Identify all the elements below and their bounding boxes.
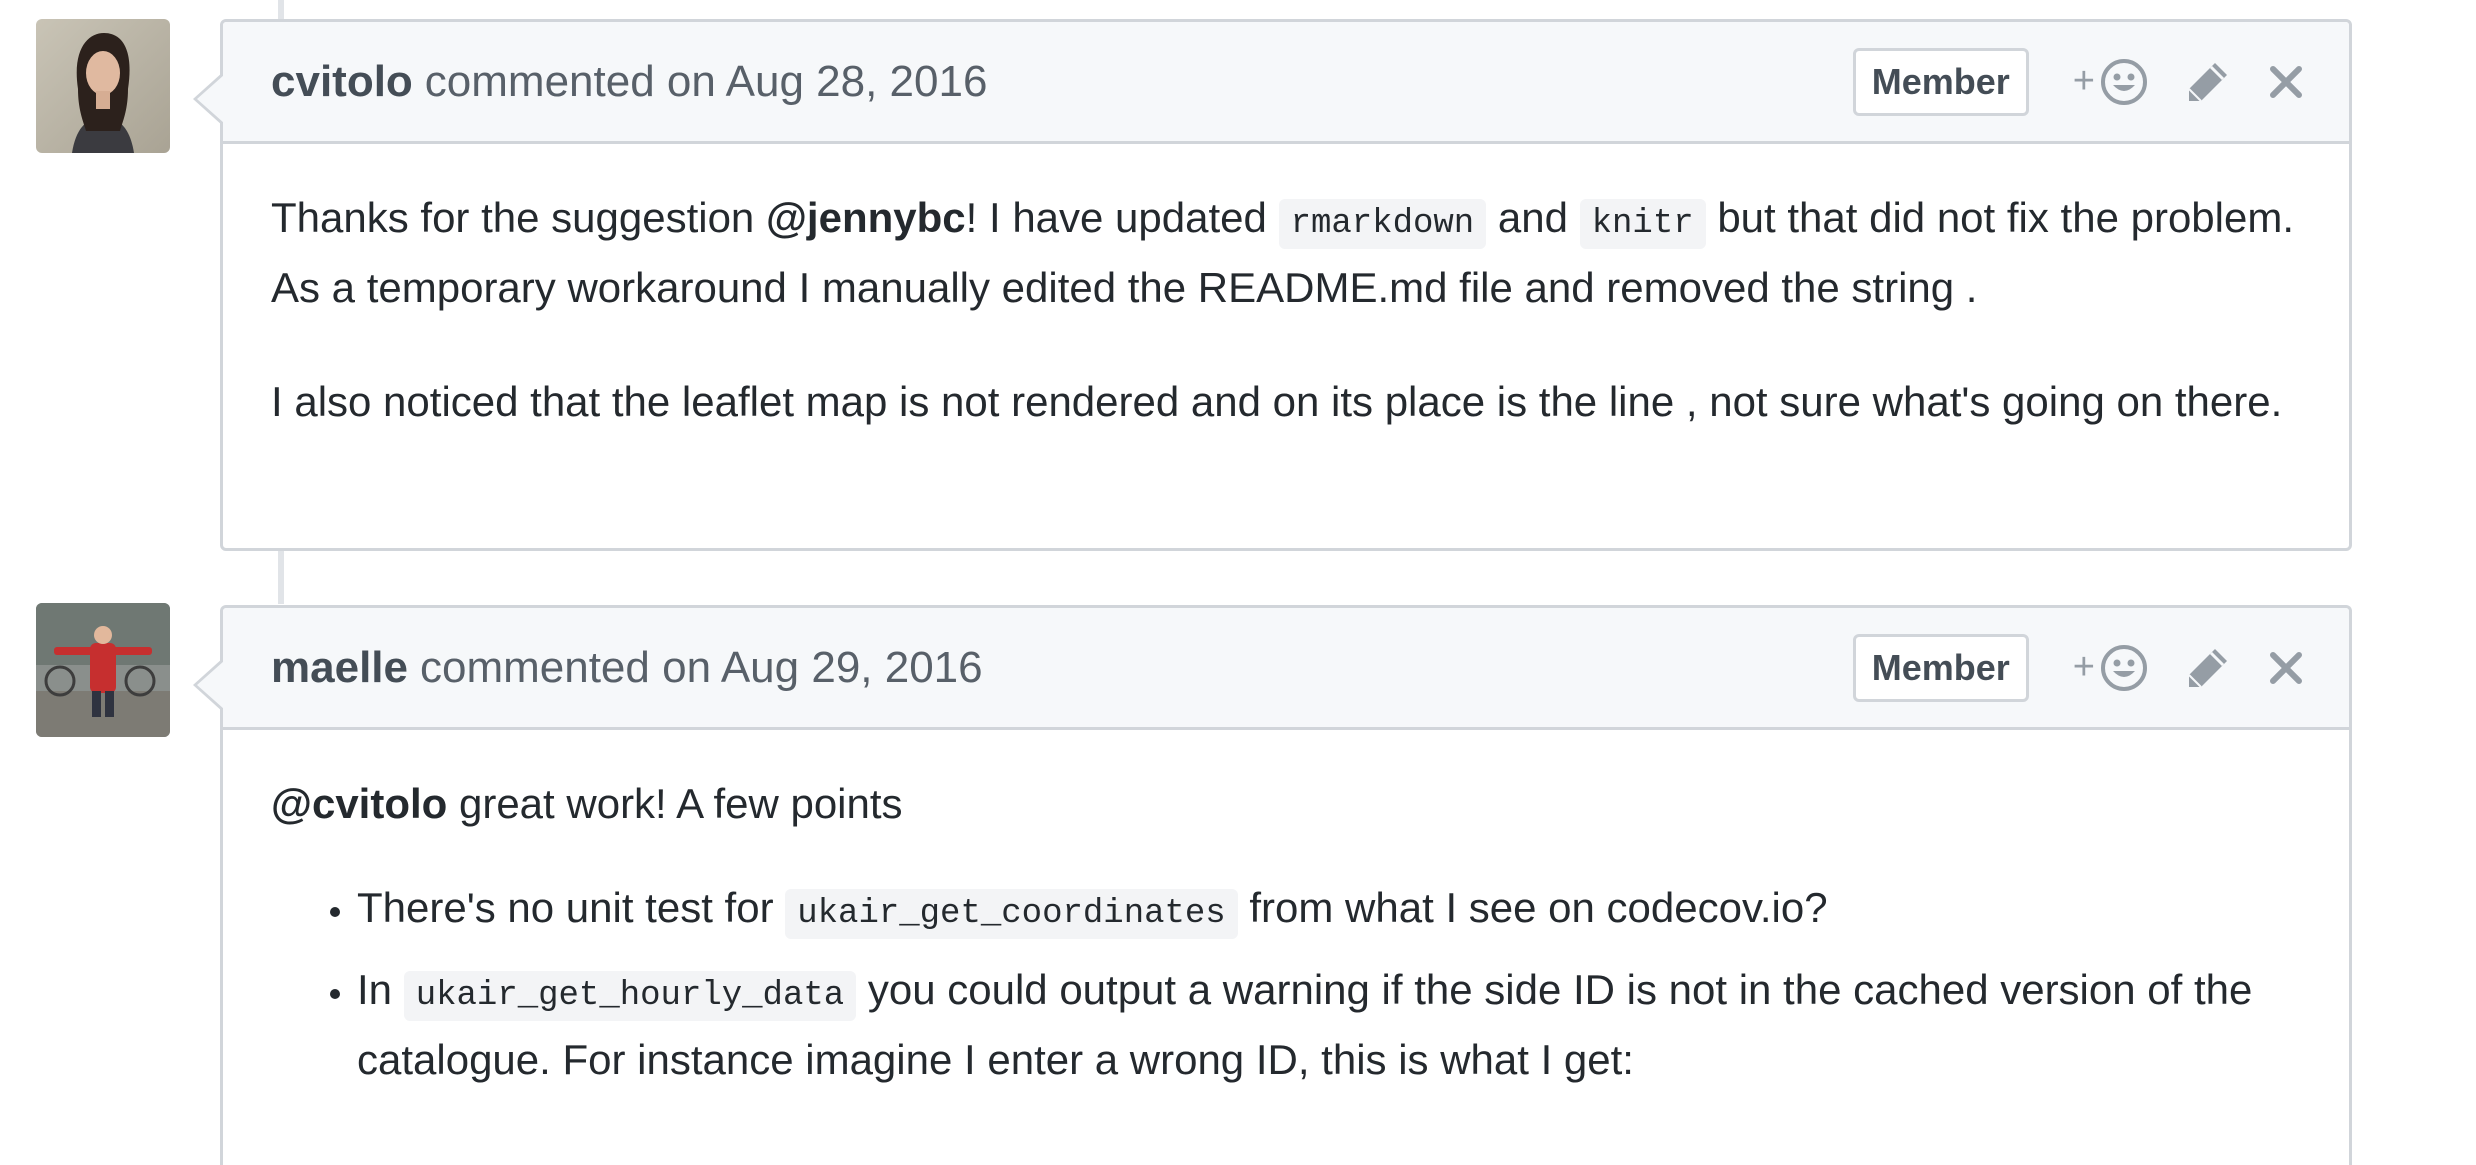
comment-paragraph: I also noticed that the leaflet map is n… (271, 378, 2283, 425)
comment-header: maelle commented on Aug 29, 2016 Member … (223, 608, 2349, 730)
comment-header: cvitolo commented on Aug 28, 2016 Member… (223, 22, 2349, 144)
comment: cvitolo commented on Aug 28, 2016 Member… (193, 19, 2352, 551)
smiley-icon (2101, 644, 2147, 691)
avatar-image (36, 603, 170, 737)
user-mention-link[interactable]: @cvitolo (271, 780, 447, 827)
inline-code: ukair_get_hourly_data (403, 971, 857, 1021)
edit-button[interactable] (2185, 645, 2231, 691)
delete-button[interactable] (2267, 63, 2305, 101)
smiley-icon (2101, 58, 2147, 105)
inline-code: rmarkdown (1278, 199, 1487, 249)
plus-label: + (2072, 60, 2095, 102)
avatar-image (36, 19, 170, 153)
comment-actions: Member + (1852, 22, 2305, 141)
comment-body: Thanks for the suggestion @jennybc! I ha… (223, 144, 2349, 474)
add-reaction-button[interactable]: + (2073, 643, 2149, 693)
bullet-list: There's no unit test for ukair_get_coord… (271, 876, 2301, 1092)
user-mention-link[interactable]: @jennybc (766, 194, 966, 241)
timeline-connector (278, 550, 284, 604)
author-link[interactable]: maelle (271, 643, 408, 693)
comment-timestamp[interactable]: commented on Aug 28, 2016 (425, 57, 988, 107)
comment-actions: Member + (1852, 608, 2305, 727)
delete-button[interactable] (2267, 649, 2305, 687)
comment-body: @cvitolo great work! A few points There'… (223, 730, 2349, 1144)
comment-timestamp[interactable]: commented on Aug 29, 2016 (420, 643, 983, 693)
inline-code: ukair_get_coordinates (785, 889, 1238, 939)
member-badge: Member (1852, 47, 2029, 116)
plus-label: + (2072, 646, 2095, 688)
avatar[interactable] (36, 19, 170, 153)
pencil-icon (2188, 648, 2227, 688)
pencil-icon (2188, 62, 2227, 102)
comment-paragraph: @cvitolo great work! A few points (271, 780, 903, 827)
list-item: In ukair_get_hourly_data you could outpu… (357, 958, 2301, 1092)
close-icon (2270, 65, 2302, 98)
avatar[interactable] (36, 603, 170, 737)
comment: maelle commented on Aug 29, 2016 Member … (193, 605, 2352, 1165)
member-badge: Member (1852, 633, 2029, 702)
author-link[interactable]: cvitolo (271, 57, 413, 107)
add-reaction-button[interactable]: + (2073, 57, 2149, 107)
comment-paragraph: Thanks for the suggestion @jennybc! I ha… (271, 194, 2295, 311)
inline-code: knitr (1579, 199, 1706, 249)
list-item: There's no unit test for ukair_get_coord… (357, 876, 2301, 946)
close-icon (2270, 651, 2302, 684)
edit-button[interactable] (2185, 59, 2231, 105)
